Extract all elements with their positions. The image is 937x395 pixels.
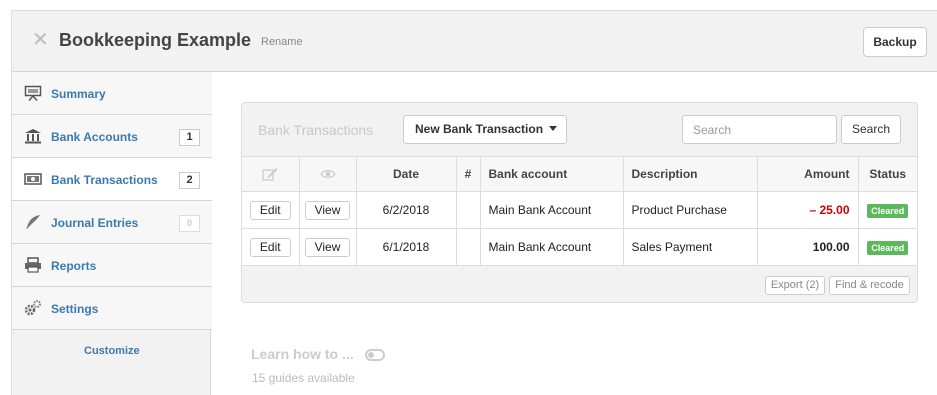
sidebar-item-label: Summary <box>51 87 106 101</box>
view-button[interactable]: View <box>304 237 351 257</box>
edit-button[interactable]: Edit <box>249 200 291 220</box>
learn-how-to-label: Learn how to ... <box>251 346 354 362</box>
edit-icon <box>262 168 278 182</box>
search-input[interactable] <box>682 115 837 144</box>
money-icon <box>24 173 42 185</box>
date-column-header[interactable]: Date <box>356 156 457 192</box>
count-badge: 1 <box>179 129 200 146</box>
bank-transactions-panel: Bank Transactions New Bank Transaction S… <box>241 102 918 303</box>
bank-account-cell: Main Bank Account <box>480 228 624 266</box>
eye-icon <box>319 170 336 179</box>
new-bank-transaction-label: New Bank Transaction <box>415 122 544 136</box>
sidebar-item-bank-transactions[interactable]: Bank Transactions 2 <box>12 158 212 201</box>
view-button[interactable]: View <box>304 200 351 220</box>
sidebar-item-summary[interactable]: Summary <box>12 72 212 115</box>
guides-toggle[interactable] <box>365 349 385 361</box>
export-button[interactable]: Export (2) <box>765 276 825 295</box>
number-cell <box>456 191 481 229</box>
sidebar-item-label: Bank Transactions <box>51 173 158 187</box>
description-cell: Product Purchase <box>623 191 758 229</box>
search-button[interactable]: Search <box>841 115 901 144</box>
caret-down-icon <box>549 126 558 131</box>
table-row: Edit View 6/2/2018 Main Bank Account Pro… <box>242 191 917 229</box>
gears-icon <box>24 300 41 316</box>
number-cell <box>456 228 481 266</box>
rename-link[interactable]: Rename <box>261 36 303 48</box>
status-badge: Cleared <box>867 203 909 218</box>
amount-column-header[interactable]: Amount <box>757 156 859 192</box>
presentation-icon <box>24 85 42 101</box>
status-badge: Cleared <box>867 240 909 255</box>
description-column-header[interactable]: Description <box>623 156 758 192</box>
sidebar-item-reports[interactable]: Reports <box>12 244 212 287</box>
sidebar-item-bank-accounts[interactable]: Bank Accounts 1 <box>12 115 212 158</box>
view-column-header <box>299 156 357 192</box>
quill-icon <box>26 215 40 229</box>
sidebar-item-label: Reports <box>51 259 97 273</box>
sidebar-item-label: Settings <box>51 302 99 316</box>
new-bank-transaction-button[interactable]: New Bank Transaction <box>403 115 567 144</box>
table-header-row: Date # Bank account Description Amount S… <box>242 156 917 192</box>
edit-button[interactable]: Edit <box>249 237 291 257</box>
count-badge: 2 <box>179 172 200 189</box>
business-header: ✕ Bookkeeping Example Rename Backup <box>11 10 937 72</box>
sidebar-item-journal-entries[interactable]: Journal Entries 0 <box>12 201 212 244</box>
status-column-header[interactable]: Status <box>858 156 917 192</box>
customize-link[interactable]: Customize <box>84 345 140 357</box>
backup-button[interactable]: Backup <box>863 27 927 57</box>
count-badge: 0 <box>179 215 200 232</box>
sidebar-item-label: Bank Accounts <box>51 130 138 144</box>
transactions-table: Date # Bank account Description Amount S… <box>242 156 917 266</box>
amount-value: – 25.00 <box>809 203 850 217</box>
amount-value: 100.00 <box>812 240 850 254</box>
bank-account-cell: Main Bank Account <box>480 191 624 229</box>
bank-icon <box>25 129 41 144</box>
sidebar-item-label: Journal Entries <box>51 216 139 230</box>
panel-title: Bank Transactions <box>258 122 374 138</box>
business-name: Bookkeeping Example <box>59 30 252 50</box>
guides-available-label: 15 guides available <box>252 371 355 385</box>
table-row: Edit View 6/1/2018 Main Bank Account Sal… <box>242 228 917 266</box>
find-recode-button[interactable]: Find & recode <box>829 276 910 295</box>
description-cell: Sales Payment <box>623 228 758 266</box>
sidebar: Summary Bank Accounts 1 Bank Transaction… <box>11 72 212 395</box>
date-cell: 6/1/2018 <box>356 228 457 266</box>
sidebar-item-settings[interactable]: Settings <box>12 287 212 330</box>
date-cell: 6/2/2018 <box>356 191 457 229</box>
printer-icon <box>25 257 41 273</box>
bank-account-column-header[interactable]: Bank account <box>480 156 624 192</box>
edit-column-header <box>242 156 300 192</box>
close-icon[interactable]: ✕ <box>32 30 49 50</box>
number-column-header[interactable]: # <box>456 156 481 192</box>
